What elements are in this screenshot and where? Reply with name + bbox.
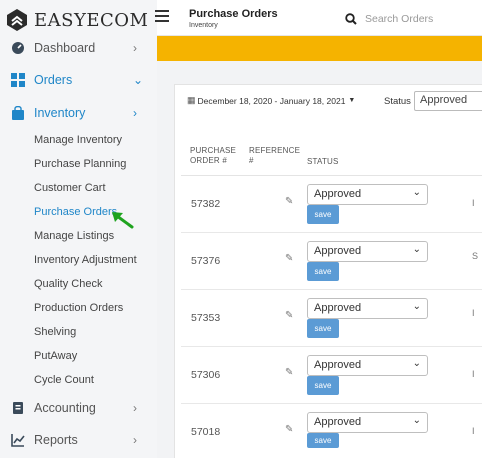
nav-label: Reports xyxy=(34,433,78,447)
edit-pencil-icon[interactable]: ✎ xyxy=(285,310,293,321)
nav-item-dashboard[interactable]: Dashboard › xyxy=(0,34,157,62)
table-row: 57376 ✎ Approved ⌄ save S xyxy=(181,233,482,290)
edit-pencil-icon[interactable]: ✎ xyxy=(285,424,293,435)
save-button[interactable]: save xyxy=(307,376,339,395)
nav-label: Dashboard xyxy=(34,41,96,55)
sidebar-item-manage-inventory[interactable]: Manage Inventory xyxy=(34,130,122,150)
header-line: # xyxy=(249,156,254,165)
search-icon[interactable] xyxy=(345,13,357,25)
table-row: 57353 ✎ Approved ⌄ save I xyxy=(181,290,482,347)
chevron-down-icon: ⌄ xyxy=(412,301,421,312)
dashboard-icon xyxy=(12,42,24,54)
nav-item-reports[interactable]: Reports › xyxy=(0,426,157,454)
status-value: Approved xyxy=(314,302,362,314)
header-line: ORDER # xyxy=(190,156,227,165)
notification-banner xyxy=(157,36,482,61)
bag-icon xyxy=(12,106,24,120)
green-pointer-arrow-icon xyxy=(112,212,134,229)
sidebar-item-inventory-adjustment[interactable]: Inventory Adjustment xyxy=(34,250,137,270)
truncated-cell: S xyxy=(472,251,479,261)
caret-down-icon: ▼ xyxy=(348,97,356,104)
column-header-reference[interactable]: REFERENCE # xyxy=(249,146,300,166)
table-row: 57382 ✎ Approved ⌄ save I xyxy=(181,176,482,233)
status-value: Approved xyxy=(314,416,362,428)
sidebar-item-customer-cart[interactable]: Customer Cart xyxy=(34,178,106,198)
nav-label: Inventory xyxy=(34,106,86,120)
chevron-right-icon: › xyxy=(133,401,137,415)
po-number[interactable]: 57382 xyxy=(191,198,220,210)
status-select[interactable]: Approved ⌄ xyxy=(307,241,428,262)
header-line: PURCHASE xyxy=(190,146,237,155)
sidebar-item-quality-check[interactable]: Quality Check xyxy=(34,274,102,294)
po-number[interactable]: 57376 xyxy=(191,255,220,267)
brand-logo[interactable]: EASYECOM xyxy=(6,7,148,33)
date-range-picker[interactable]: ▦ December 18, 2020 - January 18, 2021 ▼ xyxy=(187,95,355,106)
chevron-down-icon: ⌄ xyxy=(412,358,421,369)
save-button[interactable]: save xyxy=(307,205,339,224)
chevron-down-icon: ⌄ xyxy=(133,73,144,87)
edit-pencil-icon[interactable]: ✎ xyxy=(285,253,293,264)
po-number[interactable]: 57353 xyxy=(191,312,220,324)
column-header-po[interactable]: PURCHASE ORDER # xyxy=(190,146,236,166)
table-row: 57306 ✎ Approved ⌄ save I xyxy=(181,347,482,404)
chart-icon xyxy=(11,434,25,447)
top-header: Purchase Orders Inventory Search Orders xyxy=(155,0,482,36)
chevron-right-icon: › xyxy=(133,41,137,55)
sidebar-item-cycle-count[interactable]: Cycle Count xyxy=(34,370,94,390)
truncated-cell: I xyxy=(472,426,475,436)
table-row: 57018 ✎ Approved ⌄ save I xyxy=(181,404,482,461)
status-select[interactable]: Approved ⌄ xyxy=(307,298,428,319)
status-select[interactable]: Approved ⌄ xyxy=(307,184,428,205)
status-select[interactable]: Approved ⌄ xyxy=(307,355,428,376)
nav-item-inventory[interactable]: Inventory › xyxy=(0,99,157,127)
edit-pencil-icon[interactable]: ✎ xyxy=(285,196,293,207)
easyecom-logo-icon xyxy=(7,9,27,31)
chevron-right-icon: › xyxy=(133,433,137,447)
save-button[interactable]: save xyxy=(307,433,339,448)
truncated-cell: I xyxy=(472,369,475,379)
po-number[interactable]: 57306 xyxy=(191,369,220,381)
truncated-cell: I xyxy=(472,198,475,208)
sidebar-item-manage-listings[interactable]: Manage Listings xyxy=(34,226,114,246)
calendar-icon: ▦ xyxy=(187,95,196,105)
breadcrumb[interactable]: Inventory xyxy=(189,22,218,29)
chevron-down-icon: ⌄ xyxy=(412,415,421,426)
nav-label: Accounting xyxy=(34,401,96,415)
status-filter-label: Status xyxy=(384,96,411,107)
column-header-status[interactable]: STATUS xyxy=(307,157,339,167)
po-number[interactable]: 57018 xyxy=(191,426,220,438)
brand-name: EASYECOM xyxy=(34,9,149,31)
ledger-icon xyxy=(13,402,23,414)
page-title: Purchase Orders xyxy=(189,8,278,20)
hamburger-menu-icon[interactable] xyxy=(155,10,169,22)
sidebar-item-shelving[interactable]: Shelving xyxy=(34,322,76,342)
chevron-down-icon: ⌄ xyxy=(412,187,421,198)
date-range-value: December 18, 2020 - January 18, 2021 xyxy=(197,95,346,106)
chevron-right-icon: › xyxy=(133,106,137,120)
status-filter-select[interactable]: Approved xyxy=(414,91,482,111)
search-input[interactable]: Search Orders xyxy=(365,13,433,25)
header-line: REFERENCE xyxy=(249,146,301,155)
status-value: Approved xyxy=(314,188,362,200)
nav-item-orders[interactable]: Orders ⌄ xyxy=(0,66,157,94)
status-select[interactable]: Approved ⌄ xyxy=(307,412,428,433)
edit-pencil-icon[interactable]: ✎ xyxy=(285,367,293,378)
chevron-down-icon: ⌄ xyxy=(412,244,421,255)
save-button[interactable]: save xyxy=(307,319,339,338)
save-button[interactable]: save xyxy=(307,262,339,281)
nav-label: Orders xyxy=(34,73,73,87)
sidebar-item-putaway[interactable]: PutAway xyxy=(34,346,77,366)
sidebar-item-purchase-orders[interactable]: Purchase Orders xyxy=(34,202,117,222)
grid-icon xyxy=(11,73,25,87)
sidebar-item-production-orders[interactable]: Production Orders xyxy=(34,298,123,318)
status-value: Approved xyxy=(314,245,362,257)
status-value: Approved xyxy=(314,359,362,371)
truncated-cell: I xyxy=(472,308,475,318)
sidebar-item-purchase-planning[interactable]: Purchase Planning xyxy=(34,154,126,174)
nav-item-accounting[interactable]: Accounting › xyxy=(0,394,157,422)
